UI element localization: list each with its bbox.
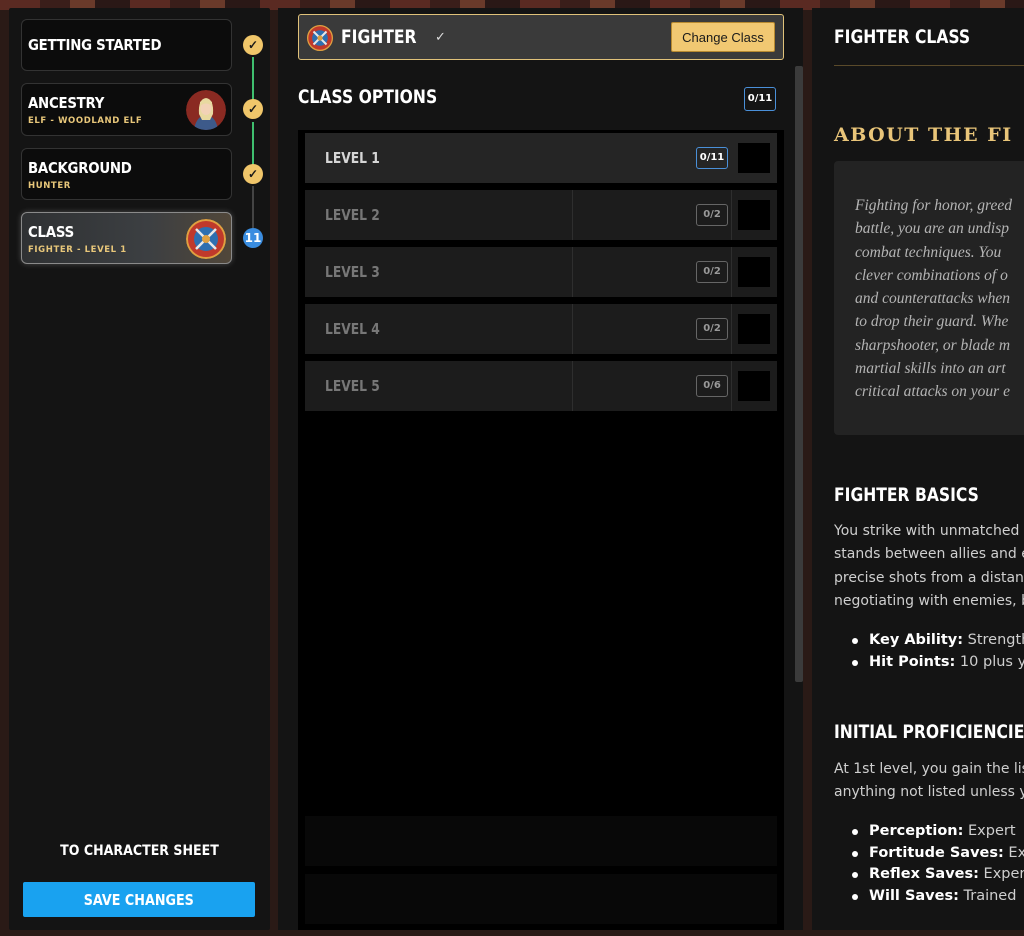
list-item: Hit Points: 10 plus yo bbox=[834, 652, 1024, 674]
list-item: Will Saves: Trained bbox=[834, 886, 1024, 908]
list-item: Fortitude Saves: Exp bbox=[834, 843, 1024, 865]
flavor-text-box: Fighting for honor, greed battle, you ar… bbox=[834, 161, 1024, 435]
divider bbox=[731, 361, 732, 411]
level-label: LEVEL 5 bbox=[325, 377, 380, 395]
level-row-5[interactable]: LEVEL 5 0/6 bbox=[305, 361, 777, 411]
step-title: GETTING STARTED bbox=[28, 36, 162, 54]
step-ancestry[interactable]: ANCESTRY ELF - WOODLAND ELF bbox=[21, 83, 232, 136]
expand-toggle[interactable] bbox=[738, 200, 770, 230]
class-options-panel: FIGHTER ✓ Change Class CLASS OPTIONS 0/1… bbox=[278, 8, 803, 930]
proficiencies-heading: INITIAL PROFICIENCIES bbox=[834, 721, 1024, 743]
expand-toggle[interactable] bbox=[738, 257, 770, 287]
basics-text: You strike with unmatched a stands betwe… bbox=[834, 523, 1024, 609]
fighter-class-emblem-icon bbox=[186, 219, 226, 259]
divider bbox=[834, 65, 1024, 66]
step-getting-started[interactable]: GETTING STARTED bbox=[21, 19, 232, 71]
builder-sidebar: GETTING STARTED ✓ ANCESTRY ELF - WOODLAN… bbox=[9, 8, 270, 930]
about-heading: ABOUT THE FI bbox=[834, 124, 1013, 146]
list-item: Key Ability: Strength bbox=[834, 630, 1024, 652]
step-background[interactable]: BACKGROUND HUNTER bbox=[21, 148, 232, 200]
scrollbar[interactable] bbox=[795, 66, 803, 682]
step-title: ANCESTRY bbox=[28, 94, 105, 112]
list-item: Reflex Saves: Expert bbox=[834, 864, 1024, 886]
check-icon: ✓ bbox=[243, 164, 263, 184]
step-class[interactable]: CLASS FIGHTER - LEVEL 1 bbox=[21, 212, 232, 264]
level-row-1[interactable]: LEVEL 1 0/11 bbox=[305, 133, 777, 183]
proficiencies-list: Perception: Expert Fortitude Saves: Exp … bbox=[834, 821, 1024, 907]
options-count-badge: 0/11 bbox=[744, 87, 776, 111]
details-title: FIGHTER CLASS bbox=[834, 26, 971, 48]
divider bbox=[731, 304, 732, 354]
class-details-panel: FIGHTER CLASS ABOUT THE FI Fighting for … bbox=[812, 8, 1024, 930]
level-count-badge: 0/2 bbox=[696, 318, 728, 340]
to-character-sheet-link[interactable]: TO CHARACTER SHEET bbox=[22, 843, 257, 859]
faded-level-row bbox=[305, 874, 777, 924]
divider bbox=[572, 304, 573, 354]
level-count-badge: 0/2 bbox=[696, 204, 728, 226]
level-label: LEVEL 2 bbox=[325, 206, 380, 224]
check-icon: ✓ bbox=[243, 99, 263, 119]
class-name: FIGHTER bbox=[341, 26, 417, 48]
step-subtitle: ELF - WOODLAND ELF bbox=[28, 116, 143, 126]
progress-connector bbox=[252, 122, 254, 165]
step-subtitle: FIGHTER - LEVEL 1 bbox=[28, 245, 127, 255]
step-title: CLASS bbox=[28, 223, 74, 241]
basics-heading: FIGHTER BASICS bbox=[834, 484, 979, 506]
level-row-4[interactable]: LEVEL 4 0/2 bbox=[305, 304, 777, 354]
level-row-3[interactable]: LEVEL 3 0/2 bbox=[305, 247, 777, 297]
level-count-badge: 0/6 bbox=[696, 375, 728, 397]
divider bbox=[572, 190, 573, 240]
level-label: LEVEL 3 bbox=[325, 263, 380, 281]
selected-class-bar: FIGHTER ✓ Change Class bbox=[298, 14, 784, 60]
level-row-2[interactable]: LEVEL 2 0/2 bbox=[305, 190, 777, 240]
list-item: Perception: Expert bbox=[834, 821, 1024, 843]
level-count-badge: 0/2 bbox=[696, 261, 728, 283]
faded-level-row bbox=[305, 816, 777, 866]
class-options-title: CLASS OPTIONS bbox=[298, 86, 438, 108]
basics-list: Key Ability: Strength Hit Points: 10 plu… bbox=[834, 630, 1024, 673]
step-title: BACKGROUND bbox=[28, 159, 132, 177]
step-subtitle: HUNTER bbox=[28, 181, 71, 191]
level-label: LEVEL 1 bbox=[325, 149, 380, 167]
level-label: LEVEL 4 bbox=[325, 320, 380, 338]
expand-toggle[interactable] bbox=[738, 143, 770, 173]
proficiencies-text: At 1st level, you gain the lis anything … bbox=[834, 761, 1024, 801]
divider bbox=[731, 190, 732, 240]
save-label: SAVE CHANGES bbox=[83, 890, 195, 909]
level-list: LEVEL 1 0/11 LEVEL 2 0/2 LEVEL 3 0/2 LEV… bbox=[298, 130, 784, 930]
checkmark-icon: ✓ bbox=[435, 29, 446, 44]
divider bbox=[572, 361, 573, 411]
progress-connector bbox=[252, 57, 254, 101]
divider bbox=[572, 247, 573, 297]
progress-connector bbox=[252, 186, 254, 228]
flavor-text: Fighting for honor, greed battle, you ar… bbox=[855, 197, 1013, 401]
pending-count-badge: 11 bbox=[243, 228, 263, 248]
change-class-button[interactable]: Change Class bbox=[671, 22, 775, 52]
save-changes-button[interactable]: SAVE CHANGES bbox=[23, 882, 255, 917]
fighter-class-emblem-icon bbox=[307, 25, 333, 51]
elf-portrait-avatar bbox=[186, 90, 226, 130]
expand-toggle[interactable] bbox=[738, 371, 770, 401]
level-count-badge: 0/11 bbox=[696, 147, 728, 169]
expand-toggle[interactable] bbox=[738, 314, 770, 344]
divider bbox=[731, 247, 732, 297]
check-icon: ✓ bbox=[243, 35, 263, 55]
